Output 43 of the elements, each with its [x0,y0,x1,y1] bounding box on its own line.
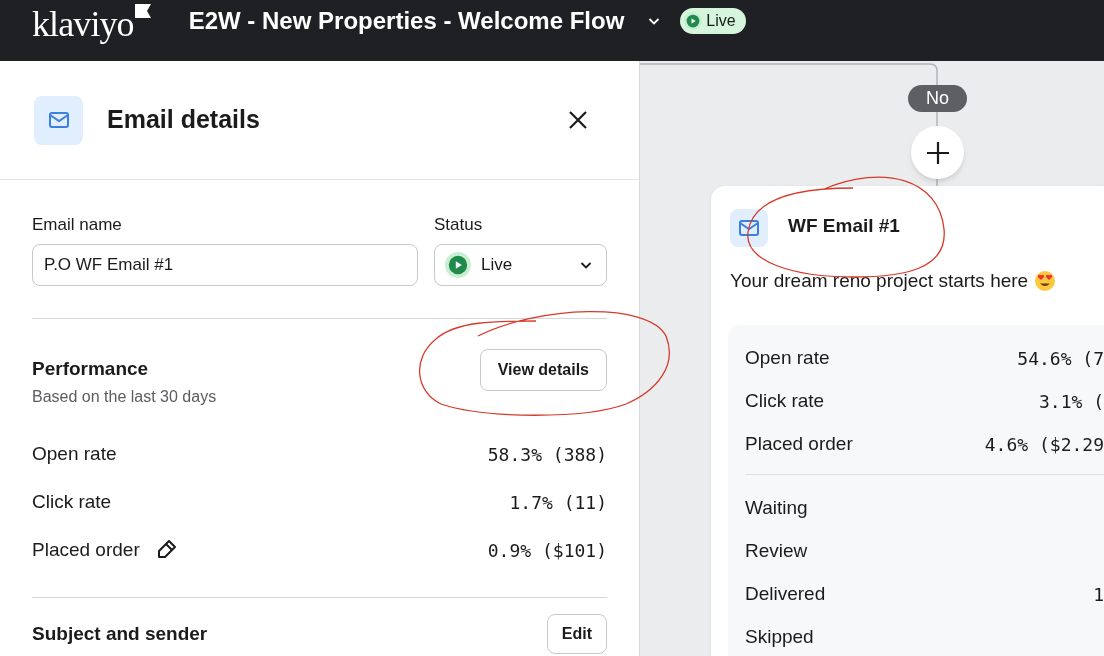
metric-value: 1.7% (11) [509,490,607,515]
metric-label: Click rate [32,489,112,514]
email-name-field[interactable]: P.O WF Email #1 [32,244,418,286]
mail-icon [34,95,83,145]
metric-value: 58.3% (388) [487,442,607,467]
play-icon [684,11,703,30]
flow-title: E2W - New Properties - Welcome Flow [188,5,625,36]
edit-button[interactable]: Edit [546,614,607,654]
metric-label: Open rate [32,441,117,466]
count-label: Review [745,538,808,563]
card-title: WF Email #1 [788,214,900,238]
metric-label: Open rate [745,345,830,370]
metric-label: Click rate [745,388,825,413]
count-label: Skipped [745,624,814,649]
section-title: Subject and sender [32,622,208,646]
heart-eyes-face-icon [1034,270,1057,293]
field-label: Status [434,214,484,236]
count-value: 1 [1093,582,1104,607]
section-title: Performance [32,357,150,381]
card-subject: Your dream reno project starts here [730,269,1029,293]
metric-value: 54.6% (7 [1017,346,1104,371]
add-step-button[interactable] [911,126,964,179]
metric-label: Placed order [32,537,140,562]
flag-icon [134,3,151,18]
count-label: Waiting [745,495,808,520]
metric-value: 3.1% ( [1038,389,1104,414]
status-select[interactable]: Live [434,244,607,286]
panel-title: Email details [107,104,260,136]
metric-value: 4.6% ($2.29 [984,432,1104,457]
plus-icon [924,139,951,166]
badge-label: Live [706,10,736,31]
field-label: Email name [32,214,123,236]
view-details-button[interactable]: View details [479,349,607,391]
metric-label: Placed order [745,431,853,456]
metric-value: 0.9% ($101) [487,538,607,563]
mail-icon [730,209,768,247]
logo[interactable]: klaviyo [32,5,134,42]
close-icon [567,109,589,131]
count-label: Delivered [745,581,826,606]
branch-label: No [908,85,967,112]
email-card[interactable]: WF Email #1 Your dream reno project starts here Open rate 54.6% (7 Click rate 3.1% ( Placed order 4.6% ($2.29 Waiting Review Delivered 1 Skipped [711,186,1104,656]
section-subtitle: Based on the last 30 days [32,387,217,407]
play-icon [445,252,471,278]
